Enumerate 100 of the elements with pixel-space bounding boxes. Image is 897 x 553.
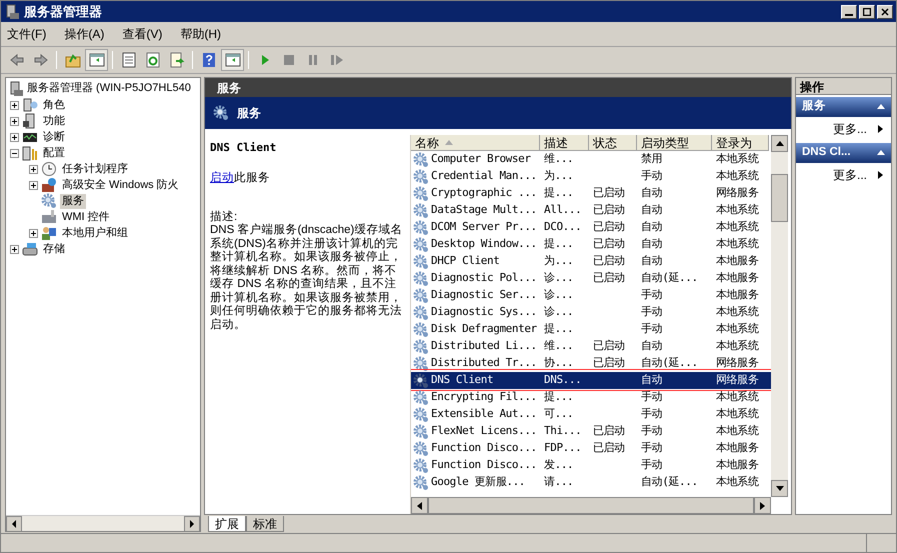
column-header[interactable]: 启动类型 (637, 135, 712, 151)
tree-item[interactable]: 本地用户和组 (60, 226, 130, 240)
table-cell-text: 本地服务 (716, 440, 758, 456)
table-row[interactable]: Encrypting Fil... 提... 手动 本地系统 (411, 389, 771, 406)
expand-toggle[interactable] (10, 132, 19, 142)
minimize-button[interactable] (841, 4, 857, 18)
table-cell-text: Distributed Li... (431, 338, 537, 354)
table-cell-text: 手动 (641, 287, 662, 304)
table-cell-text: DNS Client (431, 372, 494, 388)
table-row[interactable]: Function Disco... 发... 手动 本地服务 (411, 457, 771, 474)
expand-toggle[interactable] (29, 228, 38, 238)
menu-item[interactable]: 帮助(H) (180, 25, 221, 43)
collapse-toggle[interactable] (10, 148, 19, 158)
column-header[interactable]: 登录为 (712, 135, 769, 151)
table-cell-text: 维... (544, 151, 574, 168)
tree-item[interactable]: 存储 (41, 242, 67, 256)
tree-item[interactable]: 任务计划程序 (60, 162, 130, 176)
table-row[interactable]: Credential Man... 为... 手动 本地系统 (411, 168, 771, 185)
table-cell-text: Distributed Tr... (431, 355, 537, 372)
view-tab[interactable]: 扩展 (208, 516, 246, 532)
tree-item[interactable]: 服务器管理器 (WIN-P5JO7HL540 (27, 80, 191, 97)
tree-item[interactable]: 角色 (41, 98, 67, 112)
table-row[interactable]: Distributed Tr... 协... 已启动 自动(延... 网络服务 (411, 355, 771, 372)
table-cell-text: 已启动 (593, 270, 625, 286)
table-cell-text: 提... (544, 321, 574, 338)
table-cell-text: FDP... (544, 440, 582, 456)
service-icon (413, 186, 429, 202)
table-row[interactable]: DCOM Server Pr... DCO... 已启动 自动 本地系统 (411, 219, 771, 236)
maximize-button[interactable] (859, 4, 875, 18)
table-row[interactable]: FlexNet Licens... Thi... 已启动 手动 本地系统 (411, 423, 771, 440)
table-row[interactable]: Computer Browser 维... 禁用 本地系统 (411, 151, 771, 168)
expand-toggle[interactable] (29, 164, 38, 174)
table-cell-text: DHCP Client (431, 253, 500, 270)
action-link[interactable]: 更多... (832, 166, 867, 184)
pane-button[interactable] (221, 49, 244, 71)
table-row[interactable]: Extensible Aut... 可... 手动 本地系统 (411, 406, 771, 423)
menu-item[interactable]: 查看(V) (122, 25, 162, 43)
table-row[interactable]: DHCP Client 为... 已启动 自动 本地服务 (411, 253, 771, 270)
table-row[interactable]: Diagnostic Ser... 诊... 手动 本地服务 (411, 287, 771, 304)
table-cell-text: Thi... (544, 423, 582, 440)
view-tab[interactable]: 标准 (246, 516, 284, 532)
actions-title: 操作 (796, 78, 891, 95)
expand-toggle[interactable] (10, 116, 19, 126)
table-row[interactable]: Desktop Window... 提... 已启动 自动 本地系统 (411, 236, 771, 253)
service-icon (413, 322, 429, 338)
export-icon (168, 52, 184, 68)
refresh-icon (144, 52, 160, 68)
scroll-down-icon (776, 486, 784, 491)
scrollbar-thumb[interactable] (771, 174, 788, 222)
table-cell-text: 手动 (641, 389, 662, 406)
action-group-header[interactable]: DNS Cl... (796, 143, 891, 163)
tree-item[interactable]: 功能 (41, 114, 67, 128)
pane-button[interactable] (85, 49, 108, 71)
tree-item[interactable]: WMI 控件 (60, 210, 112, 224)
table-cell-text: 本地系统 (716, 338, 758, 354)
gear-icon (213, 105, 229, 121)
back-icon (8, 52, 24, 68)
menu-item[interactable]: 文件(F) (7, 25, 46, 43)
close-button[interactable] (877, 4, 893, 18)
start-link[interactable]: 启动 (210, 172, 234, 185)
tree-item[interactable]: 高级安全 Windows 防火 (60, 178, 181, 192)
action-link[interactable]: 更多... (832, 120, 867, 138)
tree-item[interactable]: 诊断 (41, 130, 67, 144)
table-row[interactable]: Diagnostic Pol... 诊... 已启动 自动(延... 本地服务 (411, 270, 771, 287)
column-header[interactable]: 状态 (589, 135, 637, 151)
tree-item[interactable]: 服务 (60, 194, 86, 208)
menu-item[interactable]: 操作(A) (64, 25, 104, 43)
action-group-header[interactable]: 服务 (796, 97, 891, 117)
table-row[interactable]: Function Disco... FDP... 已启动 手动 本地服务 (411, 440, 771, 457)
column-header[interactable]: 名称 (411, 135, 540, 151)
table-row[interactable]: DataStage Mult... All... 已启动 自动 本地系统 (411, 202, 771, 219)
table-row[interactable]: Disk Defragmenter 提... 手动 本地系统 (411, 321, 771, 338)
scroll-right-icon (760, 502, 765, 510)
table-cell-text: 本地系统 (716, 406, 758, 422)
tree-item[interactable]: 配置 (41, 146, 67, 160)
service-icon (413, 372, 429, 388)
table-cell-text: DCO... (544, 219, 582, 236)
horizontal-scrollbar[interactable] (6, 515, 200, 531)
table-cell-text: 本地服务 (716, 253, 758, 270)
toolbox-icon (41, 209, 57, 225)
server-icon (22, 97, 38, 113)
table-cell-text: 本地系统 (716, 321, 758, 338)
service-name: DNS Client (210, 141, 278, 154)
table-row[interactable]: Diagnostic Sys... 诊... 手动 本地系统 (411, 304, 771, 321)
table-cell-text: Diagnostic Sys... (431, 304, 537, 320)
gear-icon (41, 193, 57, 209)
table-cell-text: 本地系统 (716, 423, 758, 440)
table-cell-text: DCOM Server Pr... (431, 219, 537, 236)
table-row[interactable]: Distributed Li... 维... 已启动 自动 本地系统 (411, 338, 771, 355)
table-row[interactable]: DNS Client DNS... 自动 网络服务 (411, 372, 771, 389)
expand-toggle[interactable] (29, 180, 38, 190)
expand-toggle[interactable] (10, 100, 19, 110)
column-header[interactable]: 描述 (540, 135, 589, 151)
expand-toggle[interactable] (10, 244, 19, 254)
service-icon (413, 152, 429, 168)
table-cell-text: 手动 (641, 440, 662, 456)
table-row[interactable]: Google 更新服... 请... 自动(延... 本地系统 (411, 474, 771, 491)
service-icon (413, 458, 429, 474)
vertical-scrollbar[interactable] (771, 135, 788, 497)
table-row[interactable]: Cryptographic ... 提... 已启动 自动 网络服务 (411, 185, 771, 202)
